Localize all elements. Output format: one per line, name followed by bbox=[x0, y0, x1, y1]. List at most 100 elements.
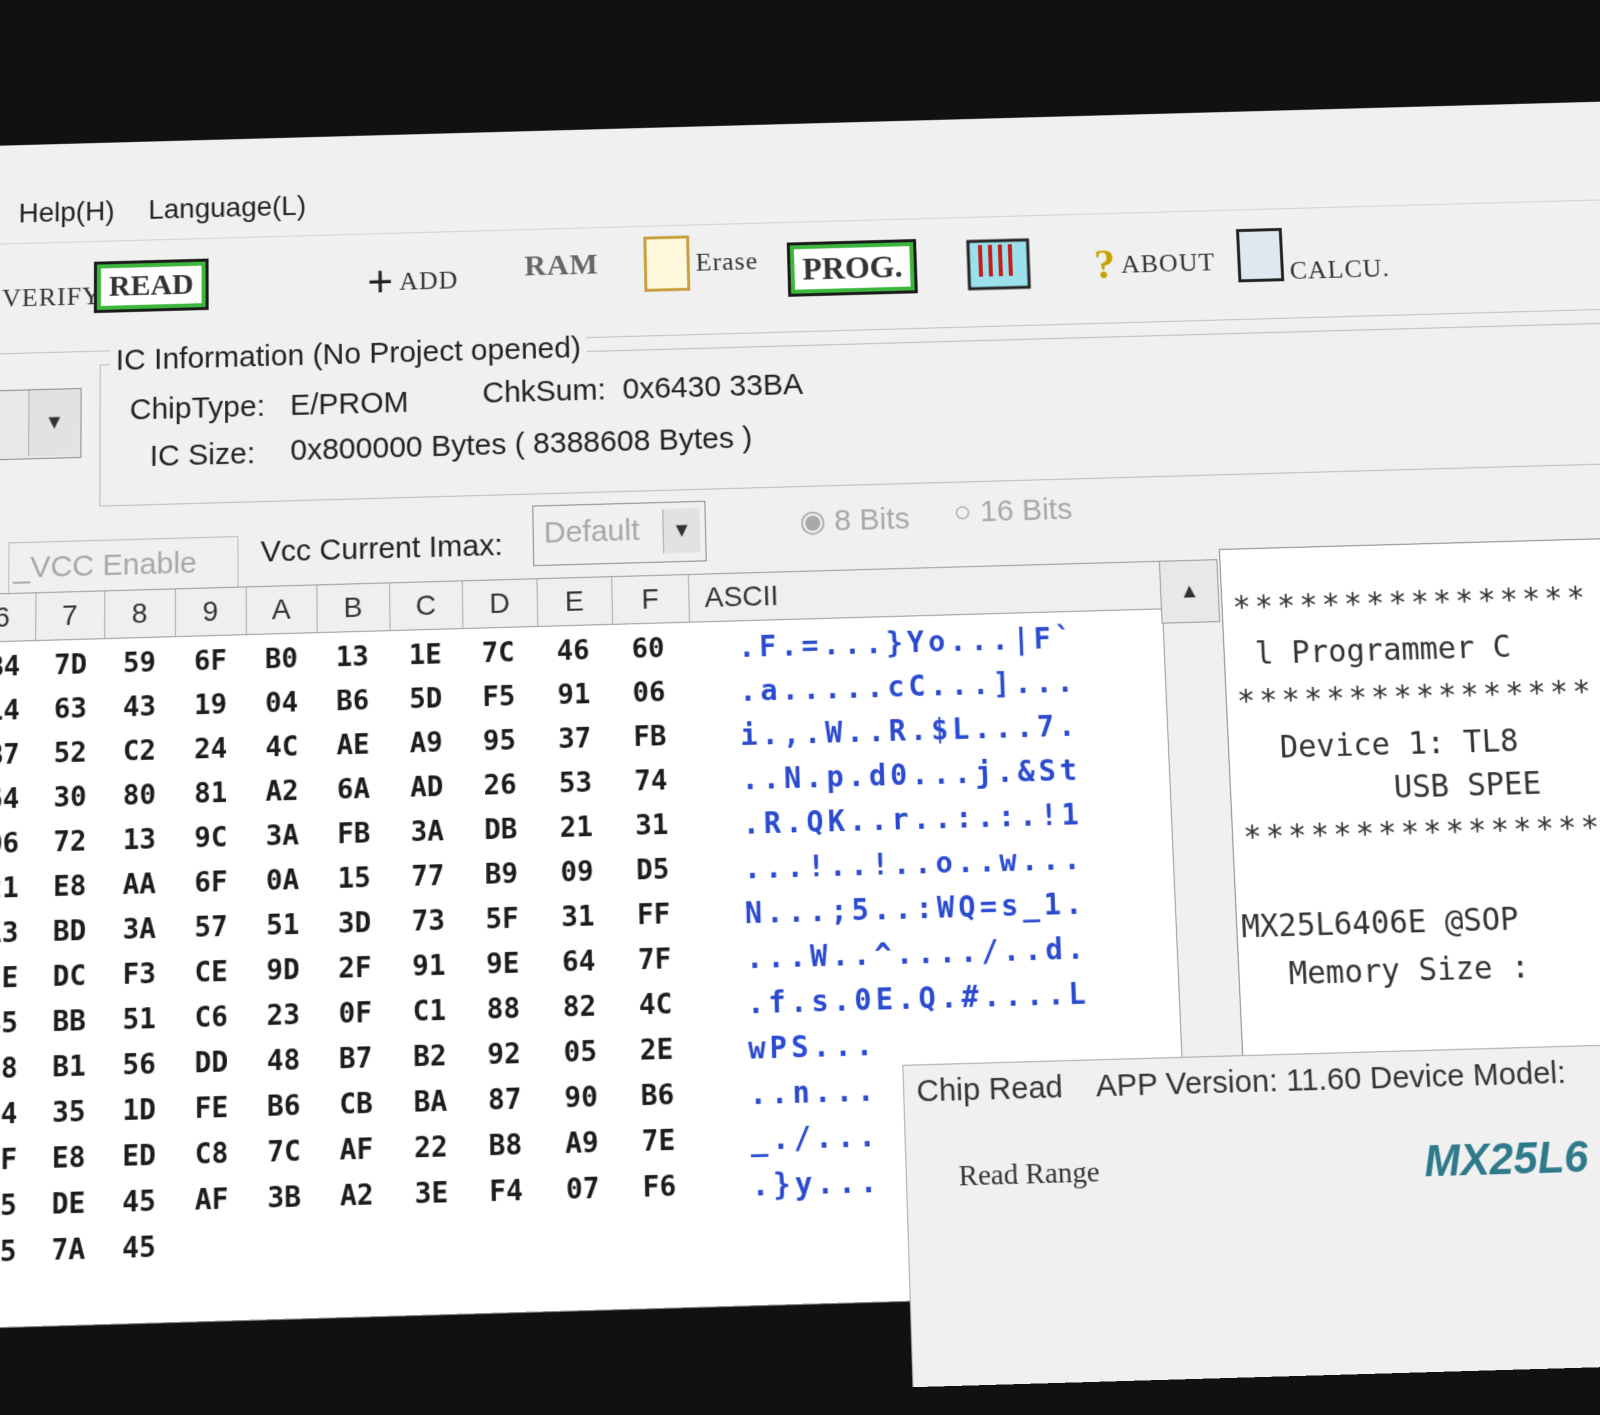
hex-cell[interactable]: 4F bbox=[0, 1143, 37, 1178]
hex-cell[interactable]: 63 bbox=[35, 692, 106, 726]
hex-cell[interactable]: B7 bbox=[319, 1041, 391, 1076]
hex-cell[interactable]: 06 bbox=[613, 676, 685, 710]
hex-cell[interactable]: 43 bbox=[104, 690, 175, 724]
hex-cell[interactable]: F3 bbox=[103, 957, 175, 992]
hex-cell[interactable]: 7C bbox=[248, 1135, 321, 1170]
hex-cell[interactable]: 52 bbox=[35, 736, 106, 770]
hex-cell[interactable]: AA bbox=[103, 868, 175, 902]
hex-cell[interactable]: B0 bbox=[246, 642, 317, 676]
hex-cell[interactable]: 7F bbox=[618, 943, 691, 978]
verify-button[interactable]: VERIFY bbox=[2, 281, 102, 313]
hex-cell[interactable]: 56 bbox=[103, 1048, 175, 1083]
hex-cell[interactable]: 0F bbox=[319, 996, 391, 1031]
hex-cell[interactable]: CE bbox=[175, 955, 247, 990]
hex-cell[interactable]: 24 bbox=[175, 732, 246, 766]
prog-button[interactable]: PROG. bbox=[786, 238, 919, 297]
hex-cell[interactable]: B1 bbox=[33, 1050, 105, 1085]
hex-cell[interactable]: 46 bbox=[537, 634, 608, 668]
vcc-enable-checkbox[interactable]: _VCC Enable bbox=[8, 536, 239, 596]
read-button[interactable]: READ bbox=[93, 258, 209, 314]
hex-cell[interactable]: 9C bbox=[175, 821, 247, 855]
hex-cell[interactable]: 92 bbox=[468, 1037, 541, 1072]
scroll-up-button[interactable]: ▲ bbox=[1158, 559, 1221, 624]
hex-cell[interactable]: 6F bbox=[175, 644, 246, 678]
hex-cell[interactable]: 35 bbox=[33, 1095, 105, 1130]
hex-cell[interactable]: 72 bbox=[34, 825, 106, 859]
hex-cell[interactable]: B2 bbox=[394, 1039, 467, 1074]
hex-cell[interactable]: 45 bbox=[103, 1184, 176, 1219]
hex-cell[interactable]: A9 bbox=[545, 1126, 618, 1161]
hex-cell[interactable]: 88 bbox=[467, 992, 539, 1027]
hex-cell[interactable]: 7A bbox=[32, 1233, 105, 1268]
hex-cell[interactable]: 77 bbox=[392, 859, 464, 893]
menu-help[interactable]: Help(H) bbox=[19, 195, 115, 229]
hex-cell[interactable]: 48 bbox=[247, 1043, 319, 1078]
hex-cell[interactable]: 22 bbox=[395, 1130, 468, 1165]
hex-cell[interactable]: 95 bbox=[464, 724, 536, 758]
hex-cell[interactable]: A2 bbox=[246, 775, 318, 809]
hex-cell[interactable]: DD bbox=[175, 1046, 247, 1081]
hex-cell[interactable]: DC bbox=[33, 959, 105, 994]
hex-cell[interactable]: 3D bbox=[319, 906, 391, 940]
hex-cell[interactable]: 84 bbox=[0, 1097, 37, 1132]
hex-cell[interactable]: 57 bbox=[175, 910, 247, 944]
calc-button[interactable]: CALCU. bbox=[1235, 220, 1391, 287]
hex-cell[interactable]: ED bbox=[103, 1139, 176, 1174]
ram-button[interactable]: RAM bbox=[524, 248, 599, 284]
hex-cell[interactable]: 51 bbox=[247, 908, 319, 942]
hex-cell[interactable]: 64 bbox=[543, 945, 615, 980]
hex-cell[interactable]: B7 bbox=[0, 738, 39, 772]
hex-cell[interactable]: 21 bbox=[540, 811, 612, 845]
hex-cell[interactable]: E8 bbox=[34, 870, 106, 904]
hex-cell[interactable]: 13 bbox=[317, 640, 388, 674]
hex-cell[interactable]: 51 bbox=[103, 1002, 175, 1037]
hex-cell[interactable]: FB bbox=[614, 720, 686, 754]
hex-cell[interactable]: B8 bbox=[0, 1052, 37, 1087]
hex-cell[interactable]: 5F bbox=[466, 902, 538, 936]
hex-cell[interactable]: 7D bbox=[35, 648, 106, 682]
add-button[interactable]: + ADD bbox=[367, 254, 459, 309]
hex-cell[interactable]: 7E bbox=[622, 1124, 695, 1159]
about-button[interactable]: ? ABOUT bbox=[1093, 239, 1216, 290]
hex-cell[interactable]: 05 bbox=[0, 1188, 36, 1223]
erase-button[interactable]: Erase bbox=[643, 234, 759, 292]
hex-cell[interactable]: B8 bbox=[469, 1128, 542, 1163]
hex-cell[interactable]: 5D bbox=[390, 682, 461, 716]
hex-cell[interactable]: 1E bbox=[390, 638, 461, 672]
hex-cell[interactable]: 91 bbox=[538, 678, 610, 712]
hex-cell[interactable]: 37 bbox=[539, 722, 611, 756]
hex-cell[interactable]: A2 bbox=[320, 1178, 393, 1213]
hex-cell[interactable]: 14 bbox=[0, 694, 39, 728]
hex-cell[interactable]: AF bbox=[175, 1182, 248, 1217]
hex-cell[interactable]: D6 bbox=[0, 827, 38, 861]
hex-cell[interactable]: BA bbox=[394, 1085, 467, 1120]
hex-cell[interactable]: AF bbox=[320, 1132, 393, 1167]
hex-cell[interactable]: F4 bbox=[470, 1174, 543, 1209]
vcc-imax-select[interactable]: Default ▼ bbox=[532, 500, 707, 567]
hex-cell[interactable]: DB bbox=[465, 813, 537, 847]
hex-cell[interactable]: 30 bbox=[34, 781, 105, 815]
hex-cell[interactable]: 3A bbox=[391, 815, 463, 849]
hex-cell[interactable]: 21 bbox=[0, 871, 38, 905]
hex-cell[interactable]: FF bbox=[618, 898, 690, 932]
hex-cell[interactable]: B6 bbox=[621, 1078, 694, 1113]
hex-cell[interactable]: 3A bbox=[103, 912, 175, 946]
hex-cell[interactable]: 7C bbox=[463, 636, 534, 670]
hex-cell[interactable]: 87 bbox=[468, 1083, 541, 1118]
hex-cell[interactable]: 26 bbox=[464, 768, 536, 802]
hex-cell[interactable]: BB bbox=[33, 1004, 105, 1039]
hex-cell[interactable]: F6 bbox=[623, 1170, 696, 1205]
hex-cell[interactable]: 4C bbox=[246, 730, 317, 764]
hex-cell[interactable]: 80 bbox=[104, 779, 175, 813]
hex-cell[interactable]: B9 bbox=[465, 857, 537, 891]
hex-cell[interactable]: 09 bbox=[541, 855, 613, 889]
hex-cell[interactable]: 19 bbox=[175, 688, 246, 722]
hex-cell[interactable]: E8 bbox=[32, 1141, 105, 1176]
hex-cell[interactable]: D5 bbox=[617, 853, 689, 887]
hex-cell[interactable]: 81 bbox=[175, 777, 246, 811]
hex-cell[interactable]: 91 bbox=[393, 949, 465, 984]
hex-cell[interactable]: 31 bbox=[542, 900, 614, 934]
chip-icon-button[interactable] bbox=[962, 232, 1036, 297]
hex-cell[interactable]: B4 bbox=[0, 650, 39, 684]
hex-cell[interactable]: 64 bbox=[0, 782, 39, 816]
